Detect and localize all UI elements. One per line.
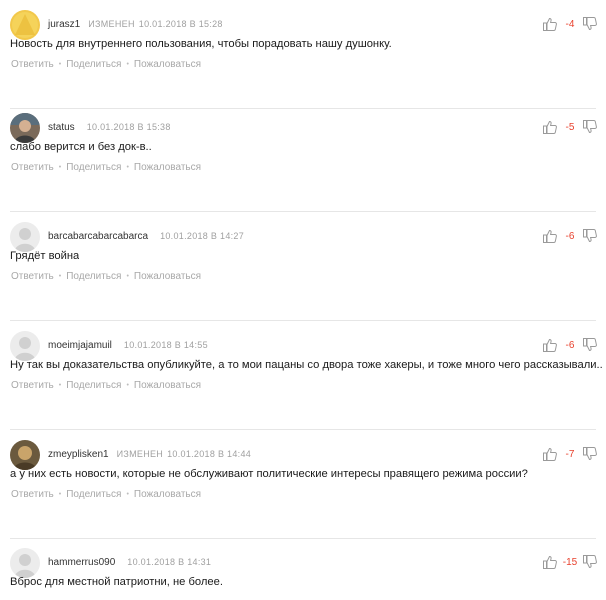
- comment-text: Ну так вы доказательства опубликуйте, а …: [10, 359, 602, 371]
- separator-dot: •: [126, 164, 129, 171]
- comment-text: Грядёт война: [10, 250, 80, 262]
- comment-actions: Ответить • Поделиться • Пожаловаться: [11, 162, 201, 173]
- comment-meta: status 10.01.2018 В 15:38: [48, 122, 171, 136]
- thumb-up-icon[interactable]: [542, 16, 558, 32]
- comment-text: слабо верится и без док-в..: [10, 141, 152, 153]
- comment-meta: moeimjajamuil 10.01.2018 В 14:55: [48, 340, 208, 354]
- thumb-up-icon[interactable]: [542, 228, 558, 244]
- thumb-up-icon[interactable]: [542, 337, 558, 353]
- vote-score: -5: [565, 121, 575, 133]
- comment-item: jurasz1 ИЗМЕНЕН 10.01.2018 В 15:28 -4 Но…: [0, 0, 606, 109]
- comment-date: 10.01.2018 В 14:44: [167, 449, 252, 459]
- user-avatar[interactable]: [10, 331, 40, 361]
- thumb-down-icon[interactable]: [582, 337, 598, 353]
- comment-actions: Ответить • Поделиться • Пожаловаться: [11, 489, 201, 500]
- vote-score: -6: [565, 230, 575, 242]
- vote-score: -6: [565, 339, 575, 351]
- separator-dot: •: [58, 382, 62, 389]
- default-avatar-icon: [10, 222, 40, 252]
- comment-meta: barcabarcabarcabarca 10.01.2018 В 14:27: [48, 231, 244, 245]
- vote-score: -15: [562, 556, 578, 568]
- edited-label: ИЗМЕНЕН: [116, 449, 164, 459]
- comment-text: Новость для внутреннего пользования, что…: [10, 38, 392, 50]
- comment-meta: hammerrus090 10.01.2018 В 14:31: [48, 557, 211, 571]
- thumb-up-icon[interactable]: [542, 119, 558, 135]
- photo-avatar-icon: [10, 113, 40, 143]
- reply-link[interactable]: Ответить: [11, 59, 54, 70]
- photo-avatar-icon: [10, 440, 40, 470]
- user-avatar[interactable]: [10, 113, 40, 143]
- comment-text: а у них есть новости, которые не обслужи…: [10, 468, 528, 480]
- separator-dot: •: [58, 491, 62, 498]
- comment-actions: Ответить • Поделиться • Пожаловаться: [11, 271, 201, 282]
- username[interactable]: zmeyplisken1: [48, 449, 109, 460]
- separator-dot: •: [126, 273, 129, 280]
- user-avatar[interactable]: [10, 10, 40, 40]
- thumb-down-icon[interactable]: [582, 446, 598, 462]
- report-link[interactable]: Пожаловаться: [134, 380, 201, 391]
- thumb-down-icon[interactable]: [582, 16, 598, 32]
- comment-date: 10.01.2018 В 15:28: [138, 19, 223, 29]
- comment-date: 10.01.2018 В 14:55: [123, 340, 208, 350]
- vote-panel: -6: [542, 226, 598, 246]
- share-link[interactable]: Поделиться: [66, 380, 121, 391]
- thumb-down-icon[interactable]: [582, 554, 598, 570]
- comment-item: barcabarcabarcabarca 10.01.2018 В 14:27 …: [0, 212, 606, 321]
- comment-date: 10.01.2018 В 15:38: [86, 122, 171, 132]
- edited-label: ИЗМЕНЕН: [88, 19, 135, 29]
- default-avatar-icon: [10, 548, 40, 578]
- reply-link[interactable]: Ответить: [11, 380, 54, 391]
- comment-item: status 10.01.2018 В 15:38 -5 слабо верит…: [0, 103, 606, 212]
- username[interactable]: barcabarcabarcabarca: [48, 231, 148, 242]
- comment-meta: zmeyplisken1 ИЗМЕНЕН 10.01.2018 В 14:44: [48, 449, 251, 463]
- comment-actions: Ответить • Поделиться • Пожаловаться: [11, 380, 201, 391]
- separator-dot: •: [126, 491, 129, 498]
- separator-dot: •: [126, 61, 129, 68]
- comment-item: moeimjajamuil 10.01.2018 В 14:55 -6 Ну т…: [0, 321, 606, 430]
- comment-actions: Ответить • Поделиться • Пожаловаться: [11, 59, 201, 70]
- reply-link[interactable]: Ответить: [11, 271, 54, 282]
- username[interactable]: hammerrus090: [48, 557, 115, 568]
- share-link[interactable]: Поделиться: [66, 59, 121, 70]
- reply-link[interactable]: Ответить: [11, 489, 54, 500]
- separator-dot: •: [58, 164, 62, 171]
- share-link[interactable]: Поделиться: [66, 271, 121, 282]
- comment-meta: jurasz1 ИЗМЕНЕН 10.01.2018 В 15:28: [48, 19, 223, 33]
- user-avatar[interactable]: [10, 222, 40, 252]
- comment-text: Вброс для местной патриотни, не более.: [10, 576, 223, 588]
- report-link[interactable]: Пожаловаться: [134, 59, 201, 70]
- comment-date: 10.01.2018 В 14:27: [160, 231, 245, 241]
- vote-panel: -6: [542, 335, 598, 355]
- report-link[interactable]: Пожаловаться: [134, 162, 201, 173]
- separator-dot: •: [126, 382, 129, 389]
- username[interactable]: moeimjajamuil: [48, 340, 112, 351]
- comment-item: zmeyplisken1 ИЗМЕНЕН 10.01.2018 В 14:44 …: [0, 430, 606, 539]
- default-avatar-icon: [10, 331, 40, 361]
- separator-dot: •: [58, 273, 62, 280]
- share-link[interactable]: Поделиться: [66, 489, 121, 500]
- comment-date: 10.01.2018 В 14:31: [127, 557, 212, 567]
- user-avatar[interactable]: [10, 548, 40, 578]
- thumb-up-icon[interactable]: [542, 554, 558, 570]
- report-link[interactable]: Пожаловаться: [134, 271, 201, 282]
- separator-dot: •: [58, 61, 62, 68]
- vote-panel: -4: [542, 14, 598, 34]
- thumb-up-icon[interactable]: [542, 446, 558, 462]
- thumb-down-icon[interactable]: [582, 119, 598, 135]
- comment-item: hammerrus090 10.01.2018 В 14:31 -15 Вбро…: [0, 538, 606, 600]
- share-link[interactable]: Поделиться: [66, 162, 121, 173]
- vote-score: -7: [565, 448, 575, 460]
- vote-score: -4: [565, 18, 575, 30]
- user-avatar[interactable]: [10, 440, 40, 470]
- vote-panel: -5: [542, 117, 598, 137]
- vote-panel: -7: [542, 444, 598, 464]
- report-link[interactable]: Пожаловаться: [134, 489, 201, 500]
- username[interactable]: jurasz1: [48, 19, 80, 30]
- vote-panel: -15: [542, 552, 598, 572]
- yellow-avatar-icon: [10, 10, 40, 40]
- reply-link[interactable]: Ответить: [11, 162, 54, 173]
- thumb-down-icon[interactable]: [582, 228, 598, 244]
- username[interactable]: status: [48, 122, 75, 133]
